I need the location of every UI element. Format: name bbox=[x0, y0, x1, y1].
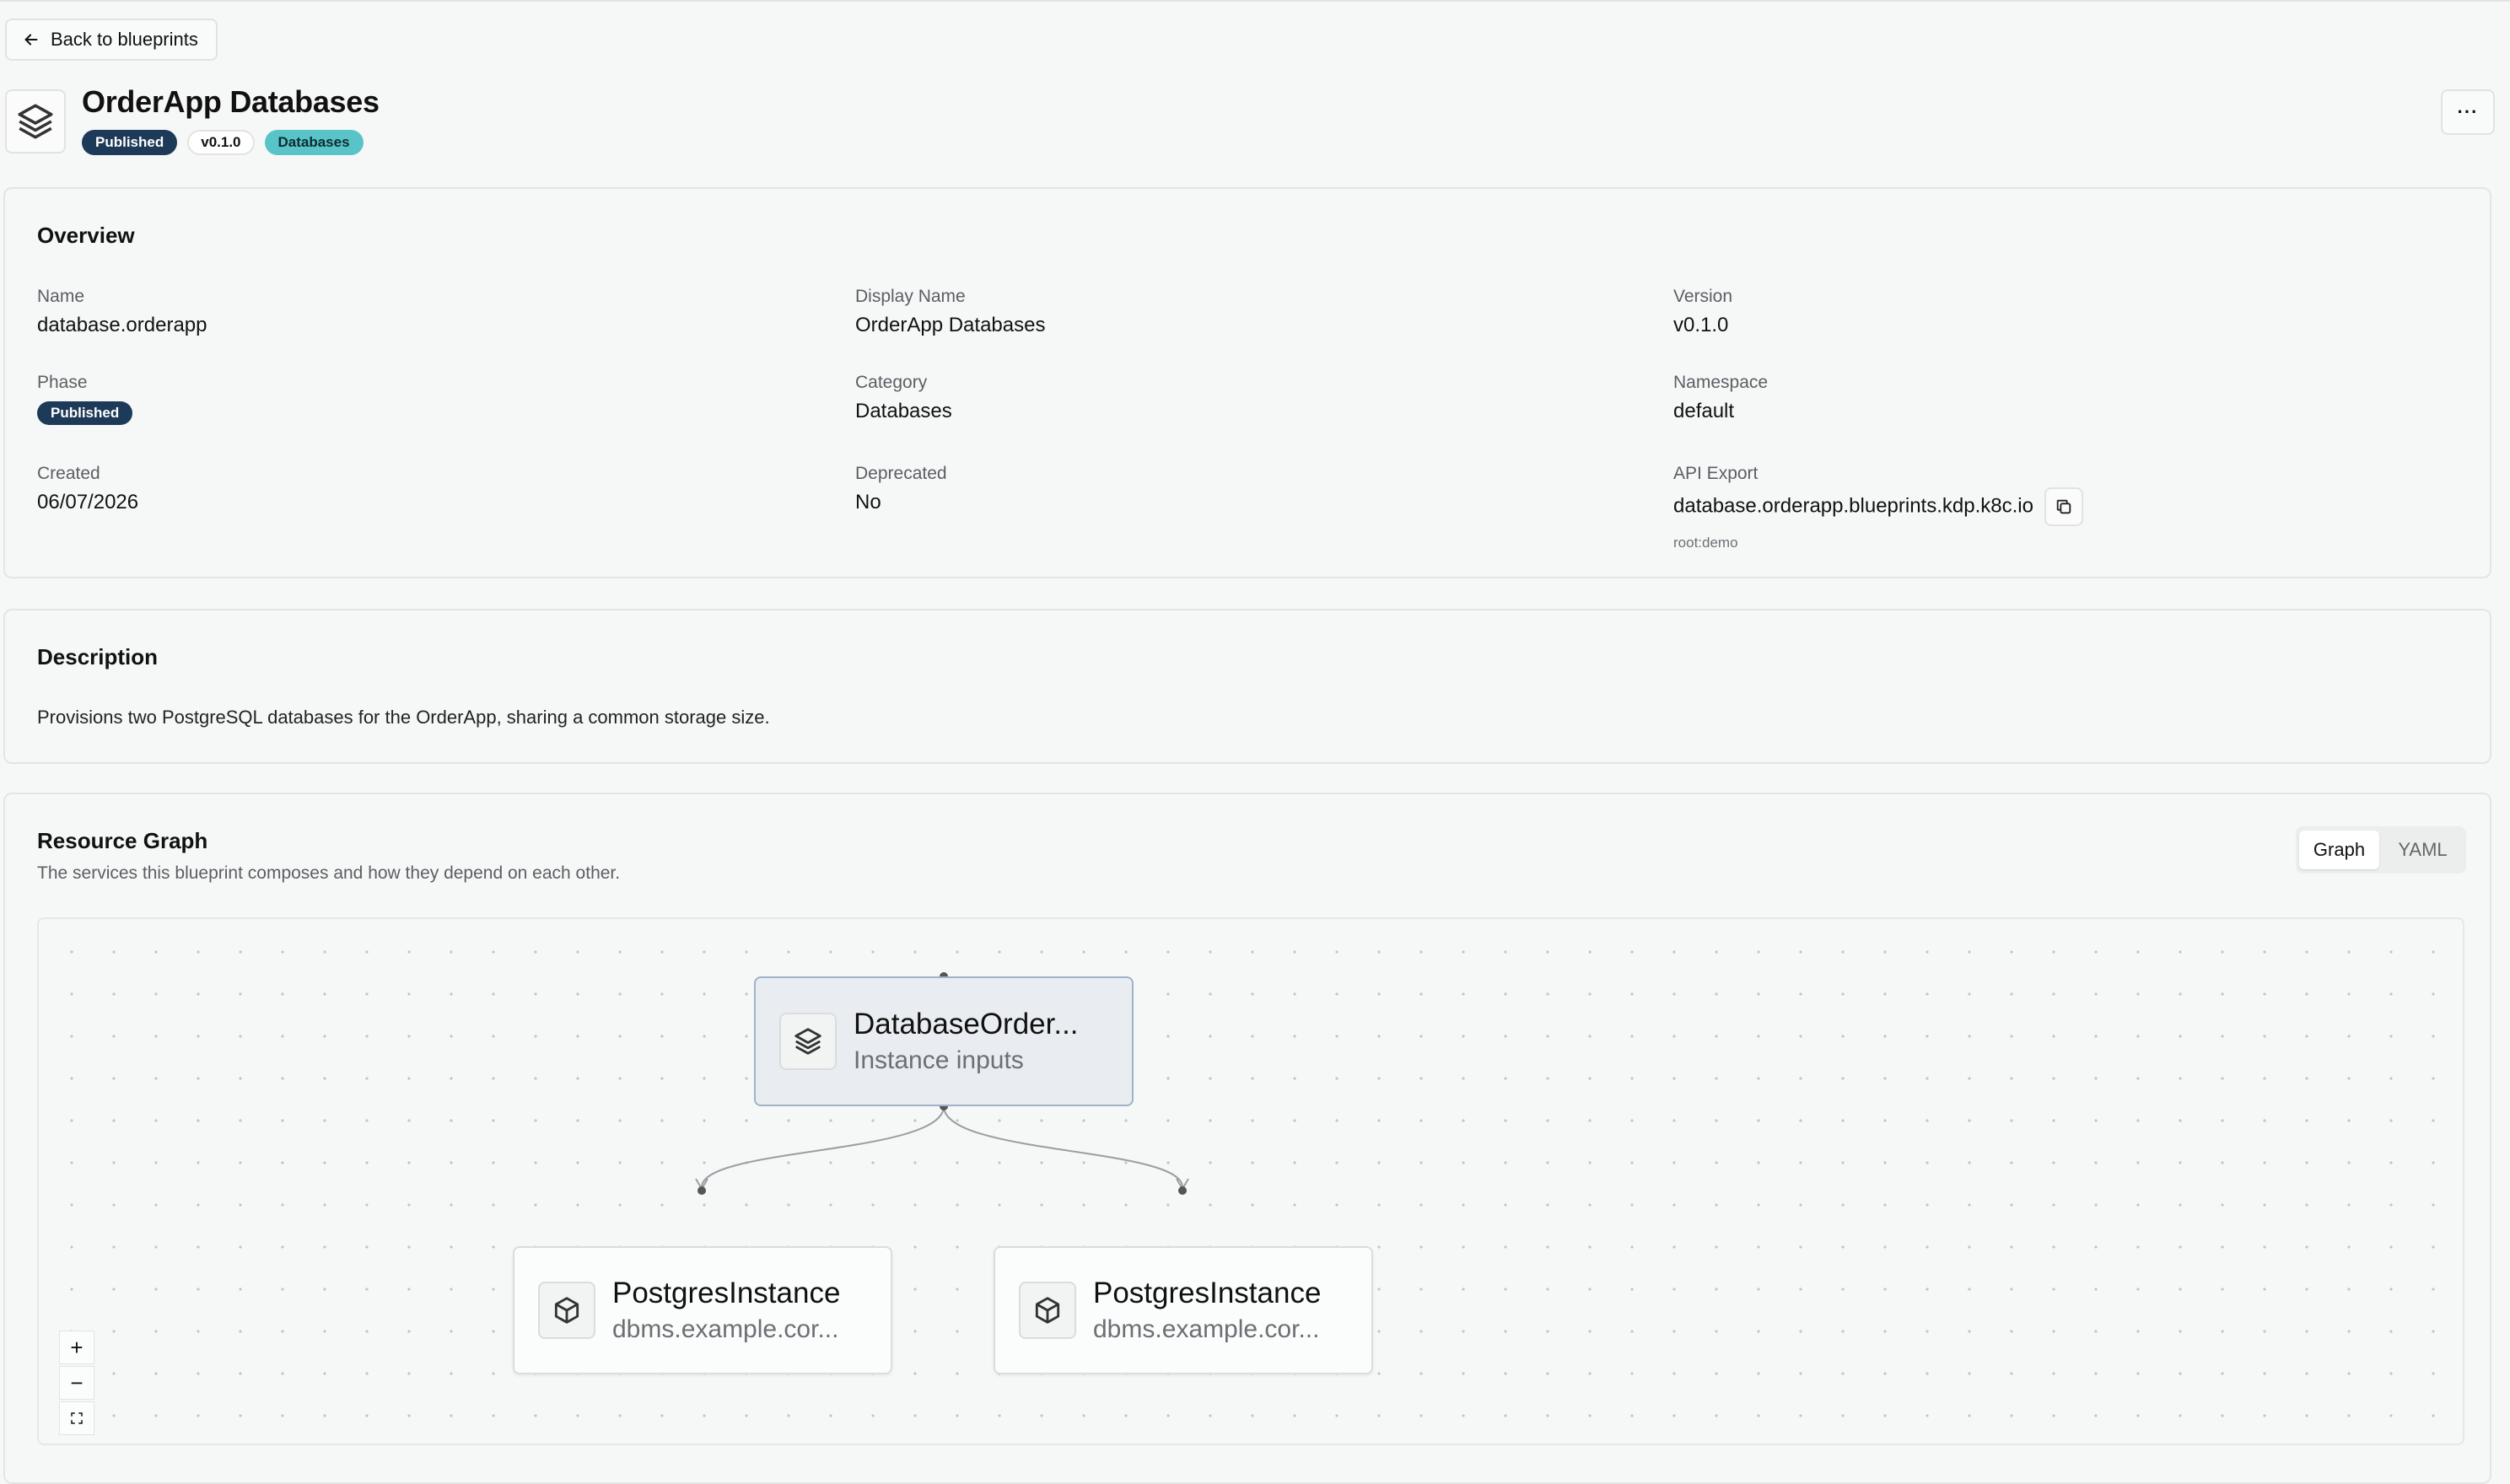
more-icon: ··· bbox=[2457, 101, 2479, 122]
zoom-out-button[interactable]: − bbox=[59, 1366, 94, 1400]
field-value: Databases bbox=[855, 400, 952, 422]
node-title: PostgresInstance bbox=[1093, 1277, 1322, 1309]
blueprint-layers-icon bbox=[5, 89, 66, 153]
field-phase: Phase Published bbox=[37, 373, 133, 425]
resource-graph-subtitle: The services this blueprint composes and… bbox=[37, 863, 621, 883]
fullscreen-icon bbox=[71, 1412, 83, 1424]
tab-yaml[interactable]: YAML bbox=[2383, 831, 2463, 869]
field-created: Created 06/07/2026 bbox=[37, 464, 138, 514]
resource-graph-card: Resource Graph The services this bluepri… bbox=[3, 793, 2491, 1484]
description-title: Description bbox=[37, 644, 159, 669]
handle bbox=[1178, 1186, 1187, 1195]
graph-node-child[interactable]: PostgresInstance dbms.example.cor... bbox=[994, 1246, 1373, 1374]
copy-icon bbox=[2056, 499, 2071, 514]
field-label: Created bbox=[37, 464, 100, 483]
resource-graph-title: Resource Graph bbox=[37, 828, 208, 853]
field-label: Namespace bbox=[1673, 373, 1769, 392]
cube-icon bbox=[1019, 1282, 1076, 1339]
edge-root-to-child-1 bbox=[701, 1105, 945, 1188]
field-label: Name bbox=[37, 287, 85, 306]
node-text: PostgresInstance dbms.example.cor... bbox=[612, 1277, 840, 1344]
description-card: Description Provisions two PostgreSQL da… bbox=[3, 609, 2491, 764]
node-subtitle: dbms.example.cor... bbox=[1093, 1315, 1320, 1343]
field-label: Deprecated bbox=[855, 464, 947, 483]
node-subtitle: Instance inputs bbox=[854, 1046, 1024, 1074]
field-label: Display Name bbox=[855, 287, 966, 306]
more-options-button[interactable]: ··· bbox=[2441, 89, 2495, 135]
edge-root-to-child-2 bbox=[943, 1105, 1183, 1188]
field-name: Name database.orderapp bbox=[37, 287, 207, 337]
category-badge: Databases bbox=[264, 130, 364, 155]
api-export-value: database.orderapp.blueprints.kdp.k8c.io bbox=[1673, 494, 2033, 518]
fit-view-button[interactable] bbox=[59, 1401, 94, 1435]
field-api-export: API Export database.orderapp.blueprints.… bbox=[1673, 464, 2083, 551]
graph-canvas[interactable]: DatabaseOrder... Instance inputs Postgre… bbox=[37, 917, 2464, 1445]
field-value: database.orderapp bbox=[37, 314, 207, 336]
back-to-blueprints-button[interactable]: Back to blueprints bbox=[5, 19, 218, 61]
phase-badge: Published bbox=[37, 401, 133, 425]
page-title: OrderApp Databases bbox=[82, 84, 380, 119]
field-value: default bbox=[1673, 400, 1735, 422]
tab-graph[interactable]: Graph bbox=[2299, 831, 2379, 869]
node-subtitle: dbms.example.cor... bbox=[612, 1315, 839, 1343]
node-text: DatabaseOrder... Instance inputs bbox=[854, 1008, 1079, 1075]
arrow-left-icon bbox=[24, 34, 38, 46]
graph-node-child[interactable]: PostgresInstance dbms.example.cor... bbox=[513, 1246, 892, 1374]
field-value: No bbox=[855, 491, 881, 513]
field-value: v0.1.0 bbox=[1673, 314, 1729, 336]
cube-icon bbox=[538, 1282, 595, 1339]
field-category: Category Databases bbox=[855, 373, 952, 423]
node-title: PostgresInstance bbox=[612, 1277, 841, 1309]
field-namespace: Namespace default bbox=[1673, 373, 1768, 423]
node-text: PostgresInstance dbms.example.cor... bbox=[1093, 1277, 1321, 1344]
overview-card: Overview Name database.orderapp Display … bbox=[3, 187, 2491, 578]
back-label: Back to blueprints bbox=[51, 29, 198, 50]
layers-icon bbox=[779, 1013, 837, 1070]
graph-node-root[interactable]: DatabaseOrder... Instance inputs bbox=[754, 976, 1134, 1106]
field-label: API Export bbox=[1673, 464, 1759, 483]
field-value: OrderApp Databases bbox=[855, 314, 1046, 336]
copy-button[interactable] bbox=[2044, 487, 2083, 526]
field-label: Category bbox=[855, 373, 928, 392]
field-version: Version v0.1.0 bbox=[1673, 287, 1732, 337]
handle bbox=[698, 1186, 706, 1195]
phase-badge: Published bbox=[82, 130, 178, 155]
view-toggle: Graph YAML bbox=[2296, 826, 2466, 874]
field-label: Version bbox=[1673, 287, 1733, 306]
zoom-controls: + − bbox=[59, 1331, 94, 1435]
description-text: Provisions two PostgreSQL databases for … bbox=[37, 707, 770, 728]
field-label: Phase bbox=[37, 373, 88, 392]
node-title: DatabaseOrder... bbox=[854, 1008, 1079, 1040]
field-deprecated: Deprecated No bbox=[855, 464, 947, 514]
version-badge: v0.1.0 bbox=[187, 130, 255, 155]
field-display-name: Display Name OrderApp Databases bbox=[855, 287, 1045, 337]
header-badges: Published v0.1.0 Databases bbox=[82, 130, 364, 155]
field-value: 06/07/2026 bbox=[37, 491, 139, 513]
top-border bbox=[0, 0, 2510, 2]
overview-title: Overview bbox=[37, 223, 135, 248]
zoom-in-button[interactable]: + bbox=[59, 1331, 94, 1364]
api-export-row: database.orderapp.blueprints.kdp.k8c.io bbox=[1673, 487, 2083, 526]
api-export-note: root:demo bbox=[1673, 535, 1738, 551]
